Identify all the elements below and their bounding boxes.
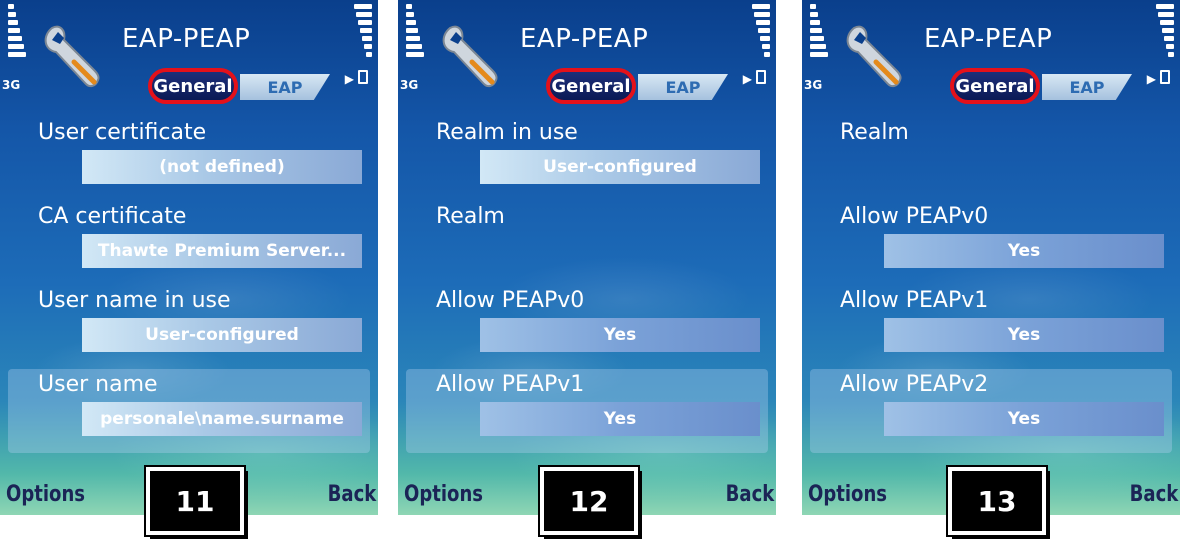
setting-value: Yes <box>884 402 1164 436</box>
setting-item-selected[interactable]: Allow PEAPv2 Yes <box>802 368 1180 436</box>
setting-item[interactable]: User name in use User-configured <box>0 284 378 352</box>
setting-label: Realm in use <box>436 120 578 145</box>
tab-scroll-right-icon: ▶ <box>344 72 354 86</box>
battery-level-icon <box>1156 4 1174 60</box>
phone-screen-12: 3G EAP-PEAP EAP General ▶ Realm in use U… <box>398 0 776 515</box>
setting-item[interactable]: Allow PEAPv1 Yes <box>802 284 1180 352</box>
setting-item[interactable]: Realm <box>802 116 1180 184</box>
setting-label: User name in use <box>38 288 231 313</box>
setting-item[interactable]: Allow PEAPv0 Yes <box>398 284 776 352</box>
status-header: 3G EAP-PEAP EAP General ▶ <box>398 0 776 110</box>
back-softkey[interactable]: Back <box>327 482 376 507</box>
tab-eap[interactable]: EAP <box>240 74 330 100</box>
app-title: EAP-PEAP <box>122 24 251 54</box>
app-title: EAP-PEAP <box>520 24 649 54</box>
tab-scroll-right-icon: ▶ <box>742 72 752 86</box>
wrench-settings-icon <box>44 25 100 88</box>
status-header: 3G EAP-PEAP EAP General ▶ <box>802 0 1180 110</box>
signal-strength-icon <box>406 4 424 60</box>
settings-list: Realm Allow PEAPv0 Yes Allow PEAPv1 Yes … <box>802 112 1180 453</box>
battery-level-icon <box>752 4 770 60</box>
setting-label: User certificate <box>38 120 207 145</box>
network-type-label: 3G <box>804 78 823 92</box>
setting-value: User-configured <box>82 318 362 352</box>
setting-value: Yes <box>480 318 760 352</box>
battery-icon <box>1160 70 1170 84</box>
battery-icon <box>756 70 766 84</box>
options-softkey[interactable]: Options <box>808 482 887 507</box>
step-number-badge: 12 <box>538 465 640 537</box>
tab-general[interactable]: General <box>148 68 238 104</box>
phone-screen-11: 3G EAP-PEAP EAP General ▶ User certifica… <box>0 0 378 515</box>
tab-bar: EAP General <box>546 68 756 106</box>
setting-value-empty <box>398 234 776 268</box>
setting-value: Yes <box>884 234 1164 268</box>
back-softkey[interactable]: Back <box>725 482 774 507</box>
signal-strength-icon <box>8 4 26 60</box>
wrench-settings-icon <box>442 25 498 88</box>
setting-label: Allow PEAPv0 <box>840 204 989 229</box>
setting-item-selected[interactable]: Allow PEAPv1 Yes <box>398 368 776 436</box>
setting-label: Allow PEAPv0 <box>436 288 585 313</box>
tab-general[interactable]: General <box>546 68 636 104</box>
setting-label: User name <box>38 372 158 397</box>
back-softkey[interactable]: Back <box>1129 482 1178 507</box>
phone-screen-13: 3G EAP-PEAP EAP General ▶ Realm Allow PE… <box>802 0 1180 515</box>
setting-value: Yes <box>480 402 760 436</box>
setting-item[interactable]: Realm <box>398 200 776 268</box>
setting-item[interactable]: User certificate (not defined) <box>0 116 378 184</box>
setting-value-empty <box>802 150 1180 184</box>
setting-value: User-configured <box>480 150 760 184</box>
network-type-label: 3G <box>400 78 419 92</box>
tab-eap[interactable]: EAP <box>638 74 728 100</box>
status-header: 3G EAP-PEAP EAP General ▶ <box>0 0 378 110</box>
setting-label: Realm <box>840 120 909 145</box>
tab-bar: EAP General <box>950 68 1160 106</box>
tab-scroll-right-icon: ▶ <box>1146 72 1156 86</box>
settings-list: Realm in use User-configured Realm Allow… <box>398 112 776 453</box>
setting-item[interactable]: Realm in use User-configured <box>398 116 776 184</box>
battery-level-icon <box>354 4 372 60</box>
options-softkey[interactable]: Options <box>6 482 85 507</box>
setting-item[interactable]: CA certificate Thawte Premium Server... <box>0 200 378 268</box>
setting-value: personale\name.surname <box>82 402 362 436</box>
step-number-badge: 11 <box>144 465 246 537</box>
settings-list: User certificate (not defined) CA certif… <box>0 112 378 453</box>
setting-value: Yes <box>884 318 1164 352</box>
setting-label: CA certificate <box>38 204 187 229</box>
tab-bar: EAP General <box>148 68 358 106</box>
setting-label: Allow PEAPv2 <box>840 372 989 397</box>
app-title: EAP-PEAP <box>924 24 1053 54</box>
step-number-badge: 13 <box>946 465 1048 537</box>
setting-item[interactable]: Allow PEAPv0 Yes <box>802 200 1180 268</box>
options-softkey[interactable]: Options <box>404 482 483 507</box>
setting-item-selected[interactable]: User name personale\name.surname <box>0 368 378 436</box>
setting-value: (not defined) <box>82 150 362 184</box>
setting-label: Allow PEAPv1 <box>436 372 585 397</box>
setting-value: Thawte Premium Server... <box>82 234 362 268</box>
tab-eap[interactable]: EAP <box>1042 74 1132 100</box>
battery-icon <box>358 70 368 84</box>
setting-label: Allow PEAPv1 <box>840 288 989 313</box>
network-type-label: 3G <box>2 78 21 92</box>
signal-strength-icon <box>810 4 828 60</box>
wrench-settings-icon <box>846 25 902 88</box>
tab-general[interactable]: General <box>950 68 1040 104</box>
setting-label: Realm <box>436 204 505 229</box>
